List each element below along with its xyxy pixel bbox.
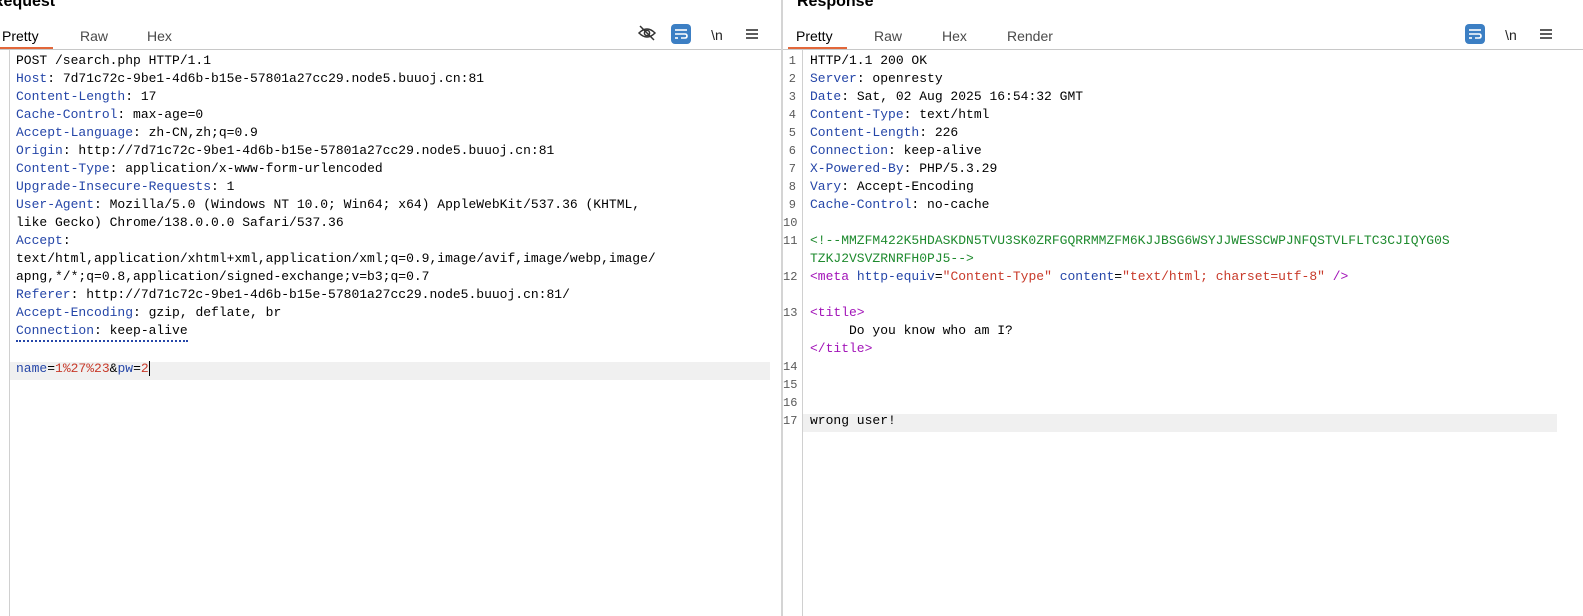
line-number: 12	[783, 270, 798, 284]
response-tabbar: Pretty Raw Hex Render \n	[783, 22, 1583, 50]
request-header-user-agent-cont: like Gecko) Chrome/138.0.0.0 Safari/537.…	[16, 215, 344, 230]
word-wrap-icon[interactable]	[671, 24, 691, 44]
response-tab-raw[interactable]: Raw	[874, 26, 902, 46]
response-header-content-type: Content-Type: text/html	[810, 107, 990, 122]
response-body-text: wrong user!	[810, 413, 896, 428]
line-number: 15	[783, 378, 798, 392]
request-header-content-length: Content-Length: 17	[16, 89, 157, 104]
response-header-x-powered-by: X-Powered-By: PHP/5.3.29	[810, 161, 998, 176]
request-header-upgrade-insecure: Upgrade-Insecure-Requests: 1	[16, 179, 235, 194]
response-title-open: <title>	[810, 305, 865, 320]
response-header-vary: Vary: Accept-Encoding	[810, 179, 974, 194]
response-tab-render[interactable]: Render	[1007, 26, 1053, 46]
response-title: Response	[797, 0, 874, 10]
response-header-cache-control: Cache-Control: no-cache	[810, 197, 990, 212]
line-number: 2	[788, 72, 796, 86]
response-header-content-length: Content-Length: 226	[810, 125, 959, 140]
response-meta-tag: <meta http-equiv="Content-Type" content=…	[810, 269, 1349, 284]
current-line-highlight	[803, 414, 1557, 432]
request-header-connection: Connection: keep-alive	[16, 322, 188, 342]
request-title: Request	[0, 0, 56, 10]
request-header-accept: Accept:	[16, 233, 71, 248]
text-caret	[148, 361, 150, 377]
response-editor[interactable]: 1 2 3 4 5 6 7 8 9 10 11 12 13 14 15 16 1…	[783, 50, 1583, 616]
request-panel: Request Pretty Raw Hex \n POST /search.p…	[0, 0, 782, 616]
show-newlines-button[interactable]: \n	[706, 24, 728, 46]
request-line: POST /search.php HTTP/1.1	[16, 53, 212, 68]
request-header-accept-cont2: apng,*/*;q=0.8,application/signed-exchan…	[16, 269, 430, 284]
line-number: 10	[783, 216, 798, 230]
line-number: 5	[788, 126, 796, 140]
response-tab-pretty[interactable]: Pretty	[788, 26, 847, 49]
line-number: 16	[783, 396, 798, 410]
request-header-content-type: Content-Type: application/x-www-form-url…	[16, 161, 383, 176]
line-number: 3	[788, 90, 796, 104]
line-number: 17	[783, 414, 798, 428]
line-number: 1	[788, 54, 796, 68]
line-number: 13	[783, 306, 798, 320]
line-number: 11	[783, 234, 798, 248]
line-number: 7	[788, 162, 796, 176]
response-title-close: </title>	[810, 341, 873, 356]
request-line-gutter	[0, 50, 10, 616]
request-header-origin: Origin: http://7d71c72c-9be1-4d6b-b15e-5…	[16, 143, 555, 158]
menu-icon[interactable]	[742, 24, 762, 46]
line-number: 6	[788, 144, 796, 158]
request-header-accept-language: Accept-Language: zh-CN,zh;q=0.9	[16, 125, 258, 140]
response-tab-hex[interactable]: Hex	[942, 26, 967, 46]
response-title-text: Do you know who am I?	[810, 323, 1013, 338]
response-header-connection: Connection: keep-alive	[810, 143, 982, 158]
line-number: 9	[788, 198, 796, 212]
response-html-comment-cont: TZKJ2VSVZRNRFH0PJ5-->	[810, 251, 974, 266]
request-header-accept-encoding: Accept-Encoding: gzip, deflate, br	[16, 305, 282, 320]
show-newlines-button[interactable]: \n	[1500, 24, 1522, 46]
request-tab-pretty[interactable]: Pretty	[0, 26, 53, 49]
request-header-accept-cont: text/html,application/xhtml+xml,applicat…	[16, 251, 656, 266]
request-tab-hex[interactable]: Hex	[147, 26, 172, 46]
response-html-comment: <!--MMZFM422K5HDASKDN5TVU3SK0ZRFGQRRMMZF…	[810, 233, 1450, 248]
response-header-date: Date: Sat, 02 Aug 2025 16:54:32 GMT	[810, 89, 1084, 104]
word-wrap-icon[interactable]	[1465, 24, 1485, 44]
request-header-referer: Referer: http://7d71c72c-9be1-4d6b-b15e-…	[16, 287, 570, 302]
line-number: 4	[788, 108, 796, 122]
request-header-user-agent: User-Agent: Mozilla/5.0 (Windows NT 10.0…	[16, 197, 641, 212]
request-editor[interactable]: POST /search.php HTTP/1.1 Host: 7d71c72c…	[0, 50, 782, 616]
hide-nonprintable-icon[interactable]	[636, 24, 658, 46]
response-header-server: Server: openresty	[810, 71, 943, 86]
menu-icon[interactable]	[1536, 24, 1556, 46]
line-number: 8	[788, 180, 796, 194]
line-number: 14	[783, 360, 798, 374]
request-body[interactable]: name=1%27%23&pw=2	[16, 360, 150, 378]
request-header-host: Host: 7d71c72c-9be1-4d6b-b15e-57801a27cc…	[16, 71, 485, 86]
request-tabbar: Pretty Raw Hex \n	[0, 22, 782, 50]
request-header-cache-control: Cache-Control: max-age=0	[16, 107, 204, 122]
response-line-gutter: 1 2 3 4 5 6 7 8 9 10 11 12 13 14 15 16 1…	[783, 50, 803, 616]
response-panel: Response Pretty Raw Hex Render \n 1 2 3 …	[783, 0, 1583, 616]
request-tab-raw[interactable]: Raw	[80, 26, 108, 46]
response-status-line: HTTP/1.1 200 OK	[810, 53, 928, 68]
